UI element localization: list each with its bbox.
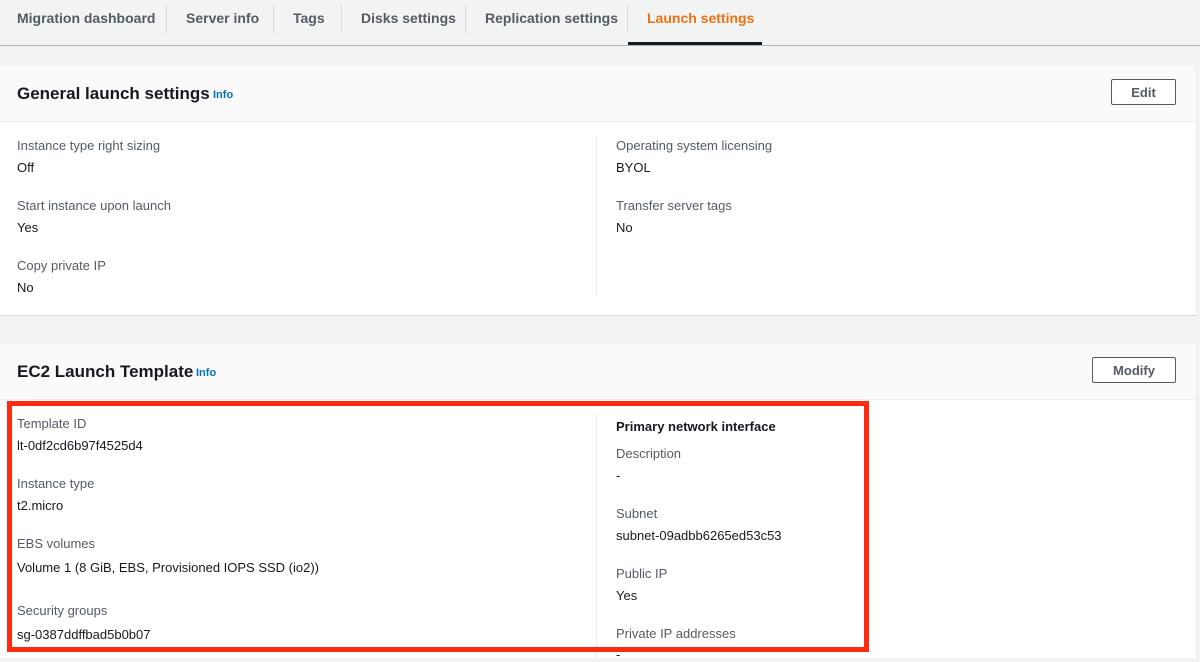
tab-divider	[341, 5, 342, 33]
column-divider	[596, 136, 597, 296]
info-link[interactable]: Info	[213, 89, 233, 101]
field-label: Instance type	[17, 476, 95, 491]
field-value: Off	[17, 160, 35, 175]
field-label: Description	[616, 446, 682, 461]
info-link[interactable]: Info	[196, 367, 216, 379]
tab-divider	[166, 5, 167, 33]
ec2-launch-template-panel: EC2 Launch Template Info Modify Template…	[0, 344, 1197, 662]
field-label: Transfer server tags	[616, 198, 732, 213]
field-value: No	[616, 220, 633, 235]
tab-disks-settings[interactable]: Disks settings	[361, 0, 456, 36]
tab-launch-settings[interactable]: Launch settings	[647, 0, 754, 36]
field-value: Yes	[17, 220, 39, 235]
field-value: lt-0df2cd6b97f4525d4	[17, 438, 143, 453]
active-tab-indicator	[628, 42, 762, 45]
edit-button[interactable]: Edit	[1111, 79, 1176, 105]
field-label: Subnet	[616, 506, 658, 521]
tab-divider	[627, 5, 628, 33]
tab-replication-settings[interactable]: Replication settings	[485, 0, 618, 36]
modify-button[interactable]: Modify	[1092, 357, 1176, 383]
field-value: -	[616, 468, 621, 483]
field-label: Private IP addresses	[616, 626, 736, 641]
field-label: Public IP	[616, 566, 668, 581]
tab-migration-dashboard[interactable]: Migration dashboard	[17, 0, 155, 36]
tab-divider	[465, 5, 466, 33]
field-label: Security groups	[17, 603, 108, 618]
panel-title: EC2 Launch Template	[17, 362, 194, 381]
field-value: Volume 1 (8 GiB, EBS, Provisioned IOPS S…	[17, 560, 320, 575]
field-label: Template ID	[17, 416, 87, 431]
field-value: Yes	[616, 588, 638, 603]
panel-title: General launch settings	[17, 84, 210, 103]
field-label: Operating system licensing	[616, 138, 773, 153]
network-interface-heading: Primary network interface	[616, 419, 776, 434]
general-launch-settings-panel: General launch settings Info Edit Instan…	[0, 66, 1197, 316]
tab-tags[interactable]: Tags	[293, 0, 325, 36]
field-value: sg-0387ddffbad5b0b07	[17, 627, 151, 642]
field-value: BYOL	[616, 160, 651, 175]
panel-header: General launch settings Info Edit	[0, 66, 1196, 122]
field-label: Copy private IP	[17, 258, 106, 273]
tab-bar: Migration dashboard Server info Tags Dis…	[0, 0, 1200, 46]
tab-divider	[273, 5, 274, 33]
field-label: EBS volumes	[17, 536, 96, 551]
field-value: t2.micro	[17, 498, 64, 513]
field-value: subnet-09adbb6265ed53c53	[616, 528, 782, 543]
field-value: No	[17, 280, 34, 295]
tab-server-info[interactable]: Server info	[186, 0, 259, 36]
field-label: Instance type right sizing	[17, 138, 161, 153]
column-divider	[596, 414, 597, 658]
field-label: Start instance upon launch	[17, 198, 171, 213]
field-value: -	[616, 647, 621, 662]
panel-header: EC2 Launch Template Info Modify	[0, 344, 1196, 400]
